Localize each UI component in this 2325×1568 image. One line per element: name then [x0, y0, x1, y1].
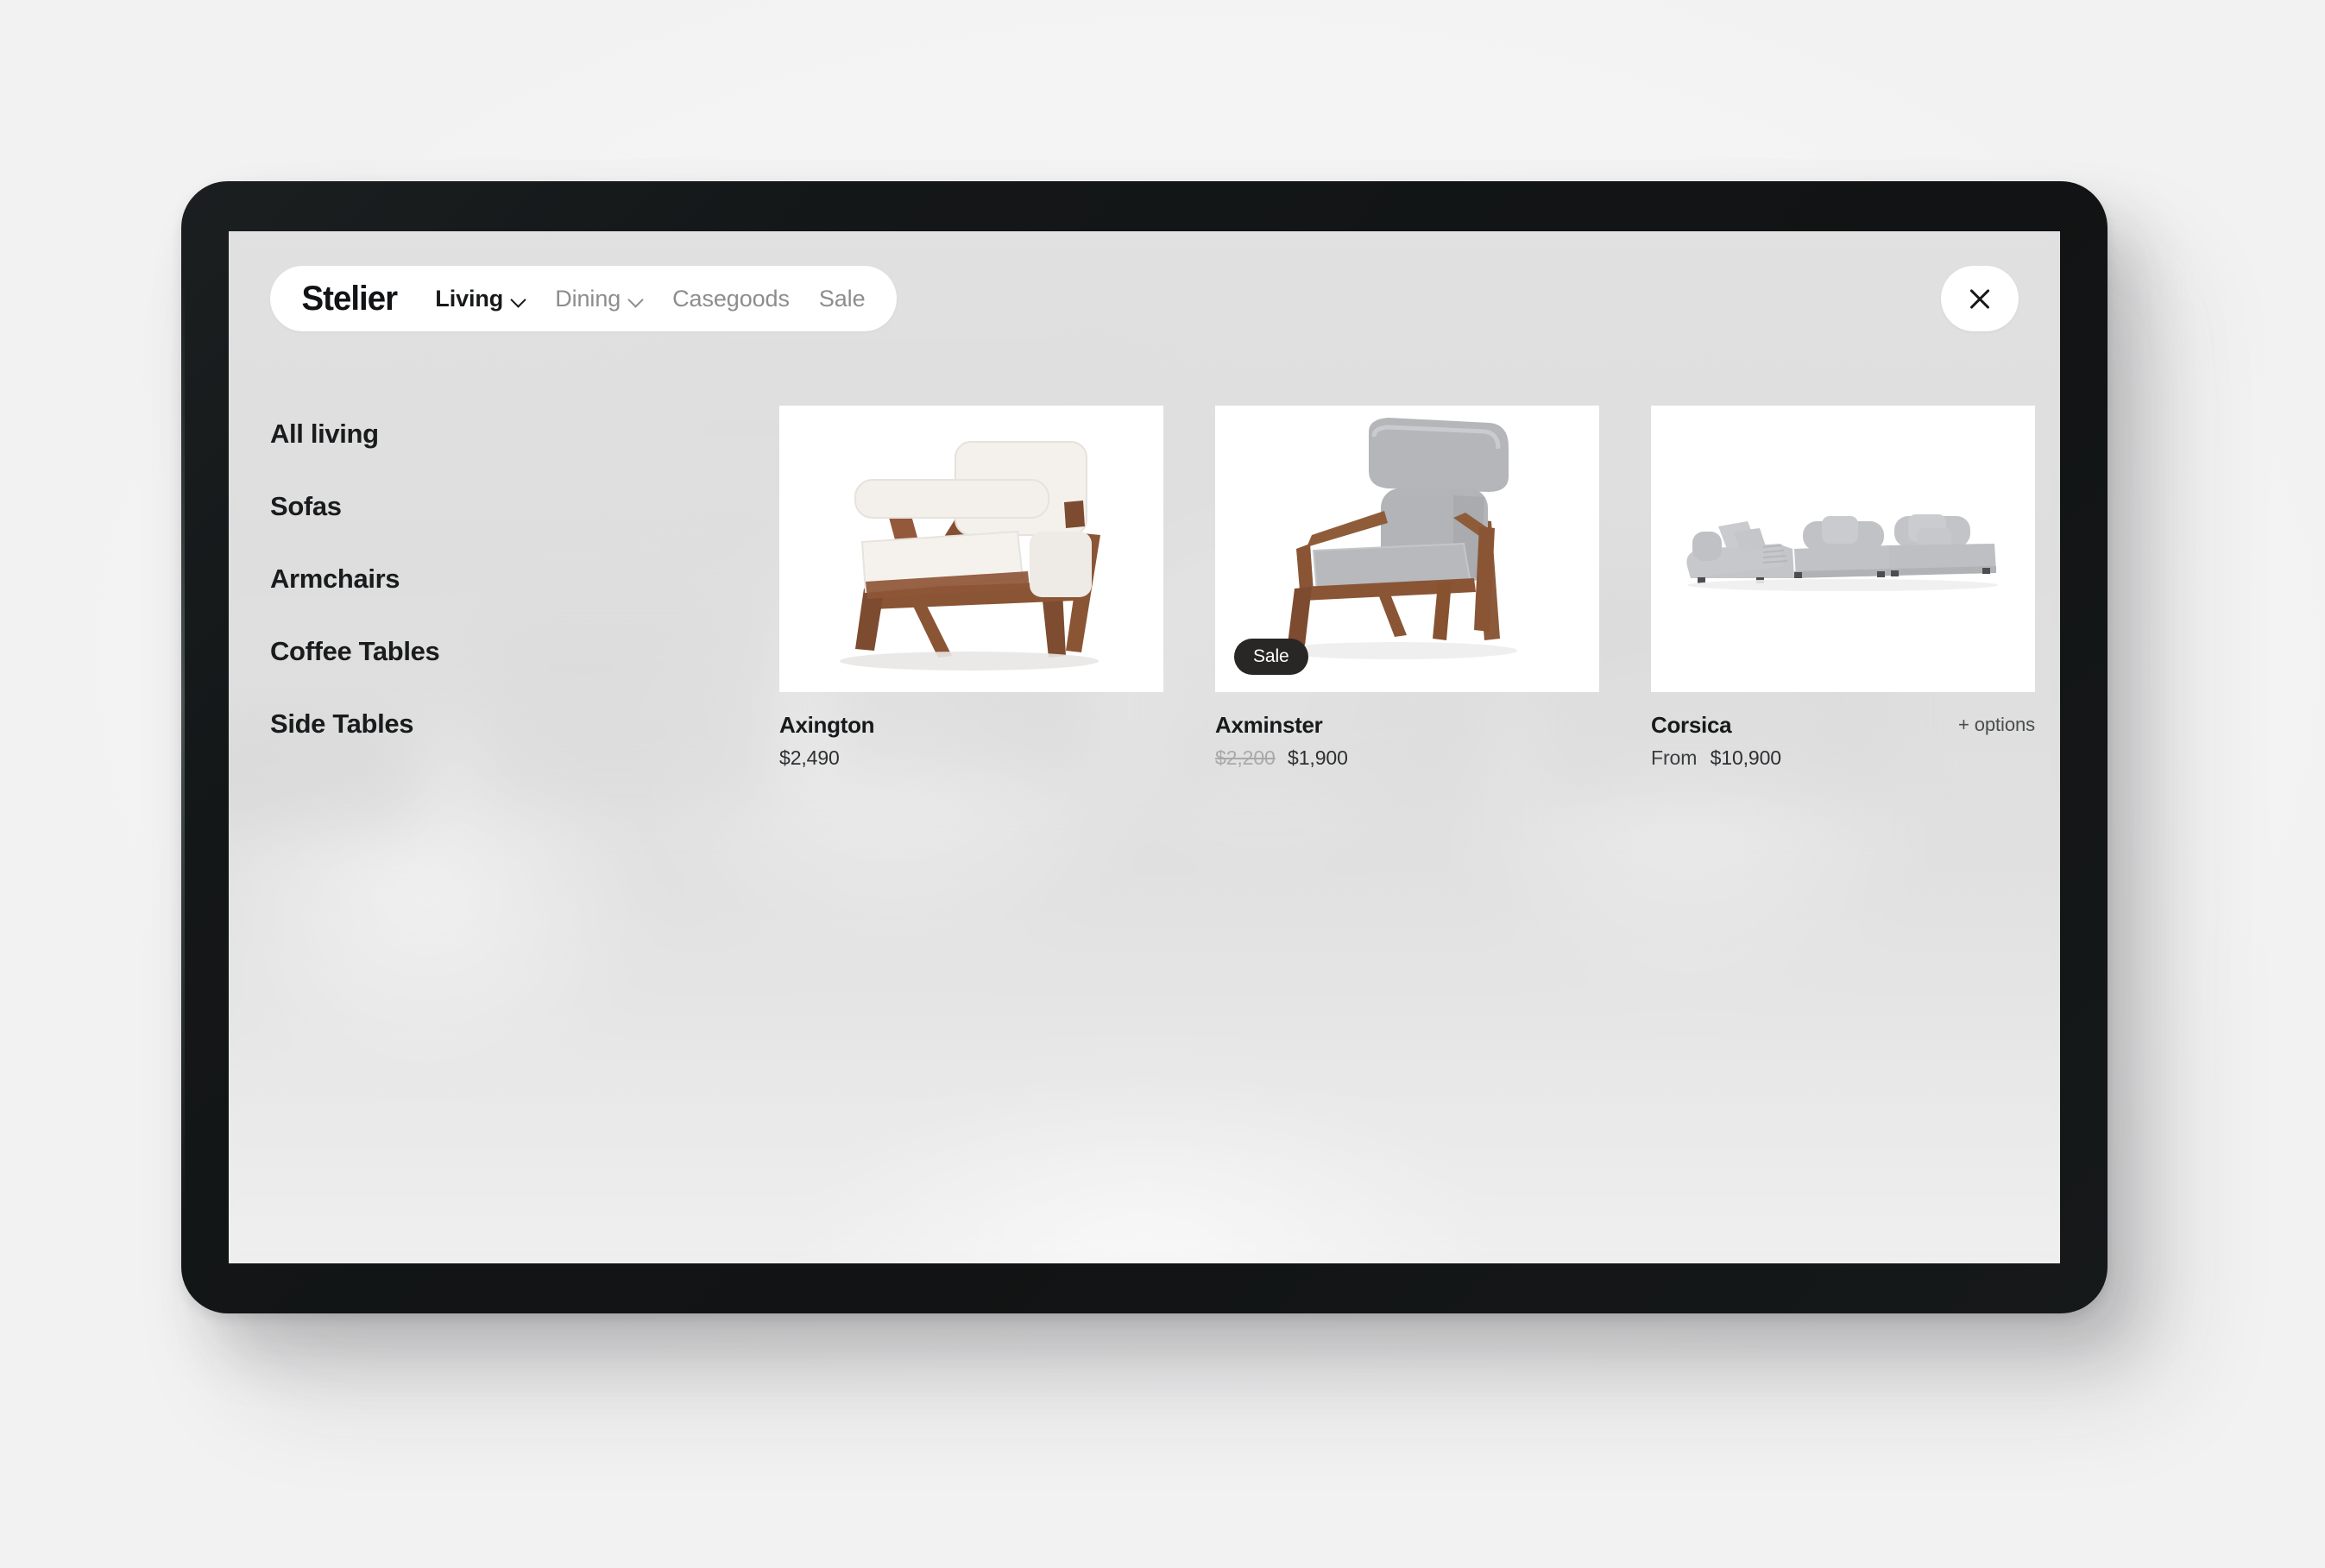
product-grid: Axington $2,490 Sale Axminster $2,200 $1…: [779, 361, 2035, 1263]
nav-item-living[interactable]: Living: [435, 286, 526, 312]
category-sidebar: All living Sofas Armchairs Coffee Tables…: [270, 361, 779, 1263]
product-options-link[interactable]: + options: [1958, 714, 2035, 736]
nav-item-sale-label: Sale: [818, 285, 866, 312]
product-price: $2,490: [779, 746, 840, 769]
sidebar-item-side-tables[interactable]: Side Tables: [270, 709, 779, 739]
product-price: $1,900: [1288, 746, 1348, 769]
nav-item-dining-label: Dining: [555, 285, 621, 312]
product-old-price: $2,200: [1215, 746, 1276, 769]
product-image: Sale: [1215, 406, 1599, 692]
product-price-row: From $10,900: [1651, 746, 2035, 770]
tablet-screen: Stelier Living Dining Casegoods Sale All…: [229, 231, 2060, 1263]
product-image: [1651, 406, 2035, 692]
product-price: $10,900: [1710, 746, 1782, 769]
nav-item-casegoods[interactable]: Casegoods: [672, 286, 790, 312]
close-icon: [1967, 286, 1993, 312]
sidebar-item-coffee-tables[interactable]: Coffee Tables: [270, 637, 779, 666]
sidebar-item-all-living[interactable]: All living: [270, 419, 779, 449]
product-meta: Corsica From $10,900 + options: [1651, 692, 2035, 770]
product-card[interactable]: Corsica From $10,900 + options: [1651, 406, 2035, 770]
product-name: Axington: [779, 712, 875, 738]
tablet-device: Stelier Living Dining Casegoods Sale All…: [181, 181, 2108, 1313]
product-meta: Axington $2,490: [779, 692, 1163, 770]
close-button[interactable]: [1941, 266, 2019, 331]
product-price-row: $2,200 $1,900: [1215, 746, 1599, 770]
nav-item-casegoods-label: Casegoods: [672, 285, 790, 312]
product-name: Axminster: [1215, 712, 1323, 738]
product-meta: Axminster $2,200 $1,900: [1215, 692, 1599, 770]
sidebar-item-armchairs[interactable]: Armchairs: [270, 564, 779, 594]
nav-item-living-label: Living: [435, 285, 504, 312]
sidebar-item-sofas[interactable]: Sofas: [270, 491, 779, 521]
chevron-down-icon: [628, 292, 643, 306]
overlay-content: All living Sofas Armchairs Coffee Tables…: [229, 361, 2060, 1263]
product-price-row: $2,490: [779, 746, 1163, 770]
top-bar: Stelier Living Dining Casegoods Sale: [229, 259, 2060, 338]
nav-item-dining[interactable]: Dining: [555, 286, 643, 312]
page-backdrop: Stelier Living Dining Casegoods Sale All…: [0, 0, 2325, 1568]
product-price-prefix: From: [1651, 746, 1698, 769]
chevron-down-icon: [511, 292, 526, 306]
white-boucle-armchair-illustration: [840, 441, 1100, 671]
sale-badge: Sale: [1234, 639, 1308, 675]
product-card[interactable]: Axington $2,490: [779, 406, 1163, 770]
product-card[interactable]: Sale Axminster $2,200 $1,900: [1215, 406, 1599, 770]
nav-pill: Stelier Living Dining Casegoods Sale: [270, 266, 897, 331]
brand-logo[interactable]: Stelier: [301, 281, 403, 316]
grey-modular-sectional-sofa-illustration: [1686, 514, 1998, 591]
nav-item-sale[interactable]: Sale: [819, 286, 866, 312]
product-image: [779, 406, 1163, 692]
